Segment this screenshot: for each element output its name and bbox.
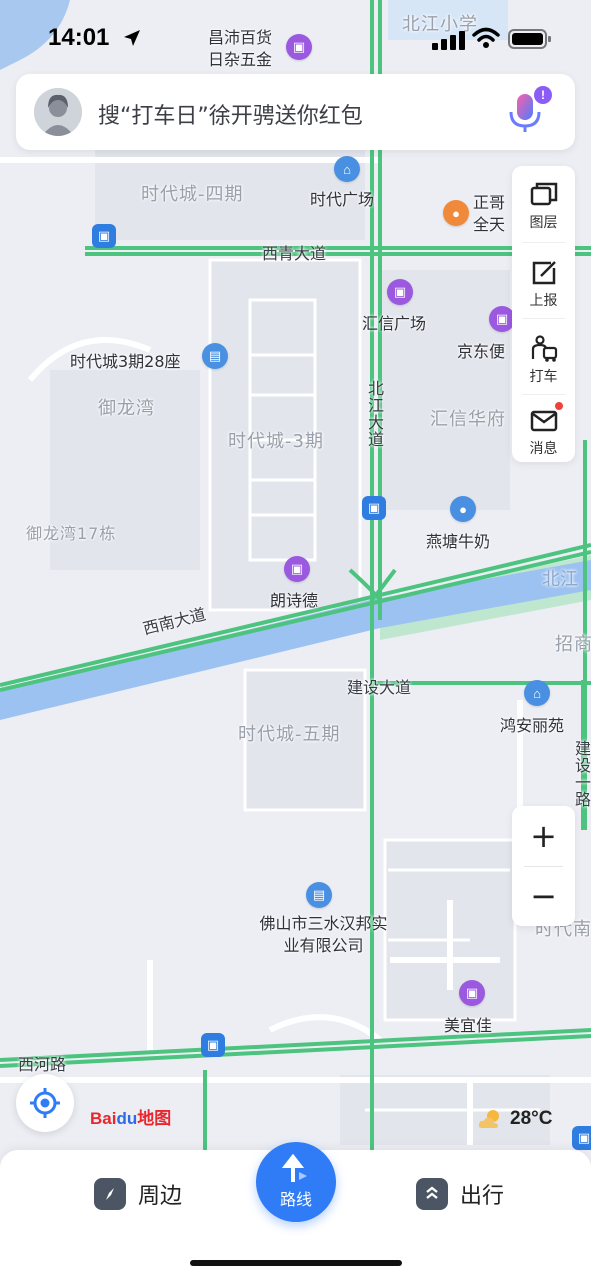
bus-stop-icon[interactable]: ▣ [362,496,386,520]
locate-me-button[interactable] [16,1074,74,1132]
area-label: 时代城-四期 [141,184,244,205]
report-edit-icon [532,261,556,285]
map-tools-panel: 图层 上报 打车 消息 [512,166,575,462]
status-bar: 14:01 [0,0,591,72]
wifi-icon [472,27,500,48]
nearby-tab[interactable]: 周边 [94,1178,182,1210]
taxi-icon [531,335,557,362]
tool-label: 图层 [529,215,558,231]
travel-tab[interactable]: 出行 [416,1178,504,1210]
tool-label: 打车 [529,369,558,385]
location-arrow-icon [124,30,140,46]
road-label: 建设一路 [572,740,591,808]
tool-label: 消息 [529,441,558,457]
shop-poi-icon[interactable]: ▣ [387,279,413,305]
poi-label: 佛山市三水汉邦实业有限公司 [259,914,388,955]
route-button[interactable]: 路线 [256,1142,336,1222]
nearby-label: 周边 [138,1184,183,1209]
zoom-in-button[interactable]: + [512,806,575,866]
travel-label: 出行 [460,1184,505,1209]
poi-label: 朗诗德 [270,591,319,610]
bus-stop-icon[interactable]: ▣ [92,224,116,248]
route-label: 路线 [279,1190,312,1209]
user-avatar-icon [34,88,82,136]
poi-label: 燕塘牛奶 [426,532,491,551]
zoom-control: + − [512,806,575,926]
logo-text: du [116,1109,138,1128]
map-canvas[interactable]: 时代城-四期 御龙湾 时代城-3期 时代城-五期 汇信华府 北江小学 招商 时代… [0,0,591,1279]
road-label: 北江 [542,569,578,590]
weather-widget[interactable]: 28°C [478,1108,552,1130]
route-arrow-icon [281,1154,307,1182]
compass-icon [94,1178,126,1210]
battery-icon [508,29,551,49]
restaurant-poi-icon[interactable]: ● [443,200,469,226]
cellular-signal-icon [432,31,465,50]
message-icon [530,410,557,432]
crosshair-icon [30,1088,60,1118]
divider [522,242,565,243]
building-poi-icon[interactable]: ⌂ [524,680,550,706]
area-label: 招商 [555,634,591,655]
building-poi-icon[interactable]: ▤ [202,343,228,369]
logo-text: 地图 [137,1109,172,1128]
road-label: 建设大道 [347,678,412,697]
poi-label: 时代城3期28座 [70,352,181,371]
baidu-map-logo: Baidu地图 [90,1104,171,1129]
poi-label: 美宜佳 [444,1016,493,1035]
area-label: 时代城-五期 [238,724,341,745]
place-poi-icon[interactable]: ● [450,496,476,522]
area-label: 御龙湾 [98,398,155,419]
bus-stop-icon[interactable]: ▣ [201,1033,225,1057]
layers-button[interactable]: 图层 [512,170,575,240]
report-button[interactable]: 上报 [512,248,575,318]
shop-poi-icon[interactable]: ▣ [459,980,485,1006]
unread-dot [555,402,563,410]
road-label: 西青大道 [262,244,327,263]
bus-stop-icon[interactable]: ▣ [572,1126,591,1150]
avatar[interactable] [34,88,82,136]
divider [522,318,565,319]
poi-label: 正哥全天 [473,193,506,234]
building-poi-icon[interactable]: ▤ [306,882,332,908]
shop-poi-icon[interactable]: ▣ [284,556,310,582]
poi-label: 汇信广场 [362,314,427,333]
road-label: 西河路 [18,1055,67,1074]
home-indicator [190,1260,402,1266]
area-label: 御龙湾17栋 [26,524,117,543]
temperature: 28°C [510,1108,553,1129]
divider [522,394,565,395]
search-input[interactable]: 搜“打车日”徐开骋送你红包 [98,98,363,130]
area-label: 汇信华府 [430,409,506,430]
road-label: 北江大道 [365,380,384,448]
voice-badge: ! [534,86,552,104]
status-time: 14:01 [48,24,110,51]
poi-label: 时代广场 [310,190,375,209]
area-label: 时代城-3期 [228,431,324,452]
messages-button[interactable]: 消息 [512,396,575,466]
building-poi-icon[interactable]: ⌂ [334,156,360,182]
tool-label: 上报 [529,293,558,309]
poi-label: 京东便 [457,342,506,361]
partly-cloudy-icon [478,1110,499,1128]
logo-text: Bai [90,1109,117,1128]
layers-icon [530,182,557,206]
zoom-out-button[interactable]: − [512,866,575,926]
search-bar[interactable]: 搜“打车日”徐开骋送你红包 ! [16,74,575,150]
poi-label: 鸿安丽苑 [500,716,565,735]
taxi-button[interactable]: 打车 [512,324,575,394]
travel-icon [416,1178,448,1210]
